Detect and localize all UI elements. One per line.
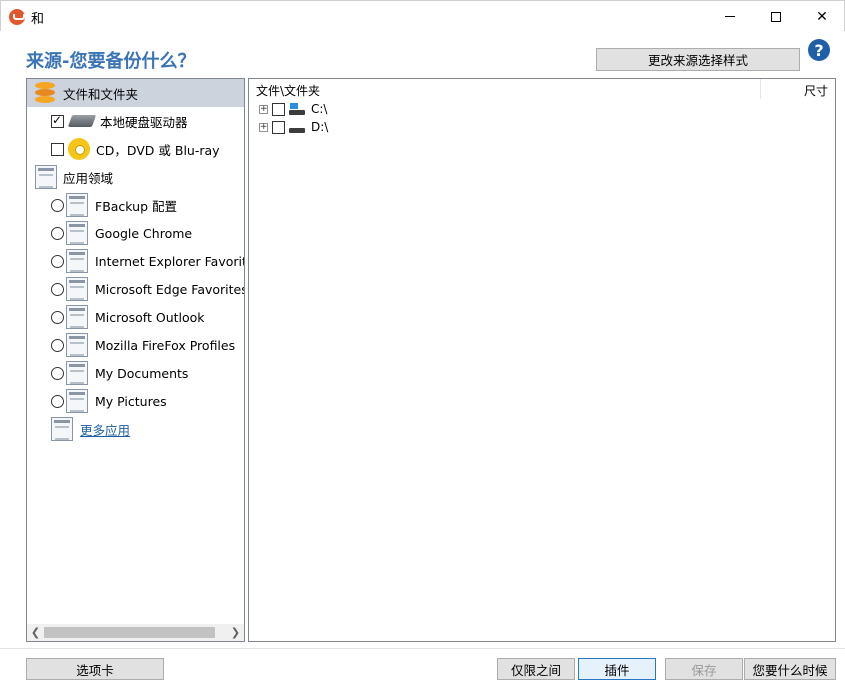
- more-apps-link[interactable]: 更多应用: [80, 420, 130, 439]
- horizontal-scrollbar[interactable]: ❮ ❯: [27, 624, 244, 641]
- tree-item-more-apps[interactable]: 更多应用: [27, 415, 244, 443]
- column-header: 文件\文件夹 尺寸: [249, 79, 835, 99]
- minimize-icon: [725, 16, 735, 17]
- app-icon: [66, 305, 88, 329]
- tree-item-label: Mozilla FireFox Profiles: [95, 337, 236, 353]
- tree-item-label: Internet Explorer Favorites: [95, 253, 245, 269]
- tree-item-label: CD，DVD 或 Blu-ray: [96, 142, 220, 158]
- tree-item-label: Microsoft Outlook: [95, 309, 205, 325]
- window-title: 和: [31, 12, 45, 27]
- tree-item-app-pictures[interactable]: My Pictures: [27, 387, 244, 415]
- optical-checkbox[interactable]: [51, 142, 64, 156]
- maximize-icon: [771, 11, 781, 22]
- app-icon: [66, 333, 88, 357]
- tree-item-app-chrome[interactable]: Google Chrome: [27, 219, 244, 247]
- change-source-style-button[interactable]: 更改来源选择样式: [596, 48, 800, 71]
- app-icon: [66, 221, 88, 245]
- column-size-header[interactable]: 尺寸: [804, 82, 828, 99]
- title-bar: 和 ✕: [0, 0, 845, 31]
- tree-item-label: My Documents: [95, 365, 189, 381]
- app-icon: [51, 417, 73, 441]
- tree-item-app-edge[interactable]: Microsoft Edge Favorites: [27, 275, 244, 303]
- app-logo-icon: [9, 9, 25, 25]
- app-icon: [66, 249, 88, 273]
- app-icon: [66, 193, 88, 217]
- app-icon: [35, 165, 57, 189]
- tree-item-label: 本地硬盘驱动器: [100, 114, 188, 130]
- close-button[interactable]: ✕: [799, 1, 845, 32]
- windows-drive-icon: [289, 103, 305, 115]
- app-icon: [66, 277, 88, 301]
- tree-item-applications[interactable]: 应用领域: [27, 163, 244, 191]
- drive-icon: [289, 121, 305, 133]
- app-icon: [66, 361, 88, 385]
- when-button[interactable]: 您要什么时候: [744, 658, 836, 680]
- tree-item-label: 应用领域: [63, 170, 114, 186]
- tree-item-files-folders[interactable]: 文件和文件夹: [27, 79, 244, 107]
- tree-item-label: 文件和文件夹: [63, 86, 139, 102]
- tree-item-app-ie[interactable]: Internet Explorer Favorites: [27, 247, 244, 275]
- tree-item-local-drives[interactable]: 本地硬盘驱动器: [27, 107, 244, 135]
- tree-item-app-documents[interactable]: My Documents: [27, 359, 244, 387]
- database-icon: [35, 82, 55, 104]
- app-radio[interactable]: [51, 394, 64, 408]
- tree-item-label: My Pictures: [95, 393, 167, 409]
- plugin-button[interactable]: 插件: [578, 658, 656, 680]
- tree-item-label: FBackup 配置: [95, 198, 177, 214]
- maximize-button[interactable]: [753, 1, 799, 32]
- tree-item-label: Google Chrome: [95, 225, 193, 241]
- expand-icon[interactable]: +: [259, 104, 268, 114]
- close-icon: ✕: [816, 8, 828, 25]
- help-icon[interactable]: ?: [808, 39, 830, 61]
- tree-item-app-fbackup[interactable]: FBackup 配置: [27, 191, 244, 219]
- app-radio[interactable]: [51, 198, 64, 212]
- drive-checkbox[interactable]: [272, 102, 285, 116]
- app-icon: [66, 389, 88, 413]
- save-button[interactable]: 保存: [665, 658, 743, 680]
- tab-button[interactable]: 选项卡: [26, 658, 164, 680]
- local-drives-checkbox[interactable]: [51, 113, 64, 128]
- drive-label: D:\: [311, 120, 329, 134]
- drive-checkbox[interactable]: [272, 120, 285, 134]
- file-browser-panel: 文件\文件夹 尺寸 + C:\ + D:\: [248, 78, 836, 642]
- column-name-header[interactable]: 文件\文件夹: [256, 82, 320, 99]
- tree-item-app-outlook[interactable]: Microsoft Outlook: [27, 303, 244, 331]
- app-radio[interactable]: [51, 338, 64, 352]
- scroll-left-icon[interactable]: ❮: [27, 624, 44, 641]
- cd-icon: [68, 138, 90, 160]
- only-between-button[interactable]: 仅限之间: [497, 658, 575, 680]
- app-radio[interactable]: [51, 226, 64, 240]
- column-divider[interactable]: [760, 79, 761, 99]
- drive-row-d[interactable]: + D:\: [259, 118, 328, 136]
- app-radio[interactable]: [51, 254, 64, 268]
- expand-icon[interactable]: +: [259, 122, 268, 132]
- drive-row-c[interactable]: + C:\: [259, 100, 327, 118]
- source-tree-panel: 文件和文件夹 本地硬盘驱动器 CD，DVD 或 Blu-ray 应用领域 FBa…: [26, 78, 245, 642]
- page-title: 来源-您要备份什么？: [26, 51, 196, 72]
- footer-divider: [0, 648, 845, 649]
- scroll-right-icon[interactable]: ❯: [227, 624, 244, 641]
- minimize-button[interactable]: [707, 1, 753, 32]
- drive-label: C:\: [311, 102, 328, 116]
- app-radio[interactable]: [51, 282, 64, 296]
- tree-item-label: Microsoft Edge Favorites: [95, 281, 245, 297]
- app-radio[interactable]: [51, 310, 64, 324]
- app-radio[interactable]: [51, 366, 64, 380]
- tree-item-optical[interactable]: CD，DVD 或 Blu-ray: [27, 135, 244, 163]
- tree-item-app-firefox[interactable]: Mozilla FireFox Profiles: [27, 331, 244, 359]
- hard-drive-icon: [67, 115, 97, 127]
- scroll-thumb[interactable]: [44, 627, 215, 638]
